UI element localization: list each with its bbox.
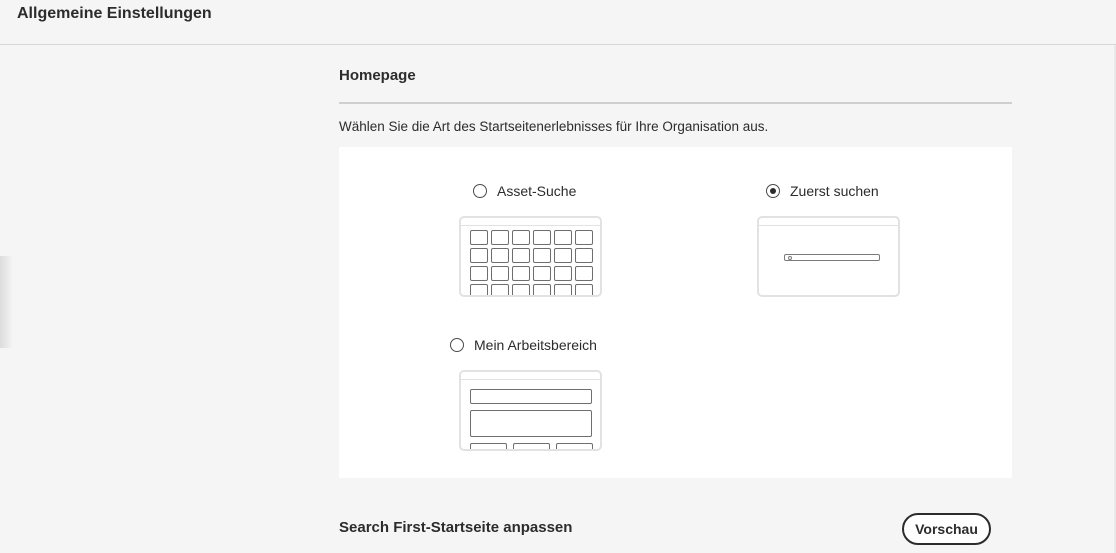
side-panel-handle[interactable] (0, 256, 13, 348)
radio-label: Mein Arbeitsbereich (474, 337, 597, 353)
radio-option-asset-suche[interactable]: Asset-Suche (473, 183, 576, 199)
radio-checked-icon[interactable] (766, 184, 780, 198)
section-description: Wählen Sie die Art des Startseitenerlebn… (339, 119, 769, 134)
radio-unchecked-icon[interactable] (450, 338, 464, 352)
section-title-homepage: Homepage (339, 67, 416, 84)
top-bar: Allgemeine Einstellungen (0, 0, 1116, 45)
preview-button[interactable]: Vorschau (902, 513, 991, 545)
radio-option-zuerst-suchen[interactable]: Zuerst suchen (766, 183, 879, 199)
radio-label: Asset-Suche (497, 183, 577, 199)
radio-unchecked-icon[interactable] (473, 184, 487, 198)
homepage-options-panel: Asset-Suche Zuerst suchen Mein Arbeitsbe… (339, 147, 1012, 478)
radio-label: Zuerst suchen (790, 183, 879, 199)
asset-grid-preview-icon (459, 216, 602, 297)
divider (339, 102, 1012, 104)
page-title: Allgemeine Einstellungen (17, 5, 212, 22)
search-first-preview-icon (757, 216, 900, 297)
section-title-customize: Search First-Startseite anpassen (339, 519, 573, 536)
radio-option-mein-arbeitsbereich[interactable]: Mein Arbeitsbereich (450, 337, 597, 353)
workspace-preview-icon (459, 370, 602, 451)
